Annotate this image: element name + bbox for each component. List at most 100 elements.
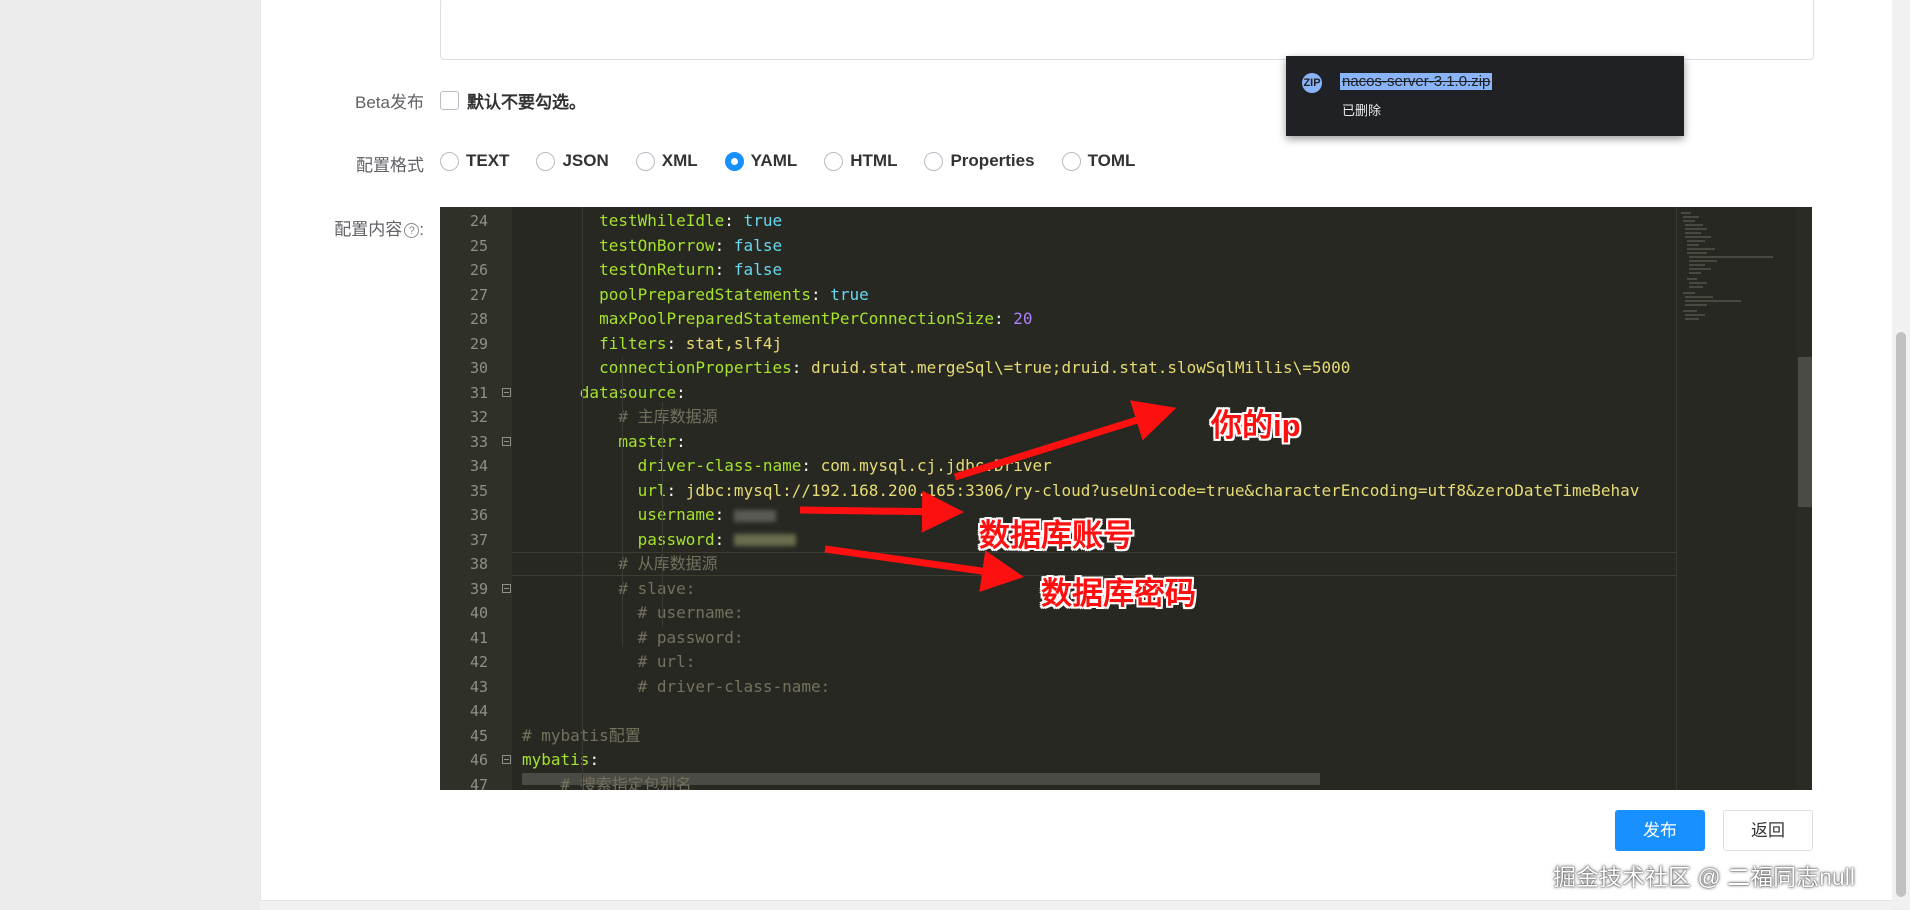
code-text: password: [522, 528, 796, 552]
format-option-toml[interactable]: TOML [1061, 151, 1136, 171]
radio-xml[interactable] [635, 151, 655, 171]
zip-file-icon: ZIP [1302, 73, 1322, 93]
fold-toggle-icon[interactable] [502, 755, 511, 764]
code-text: mybatis: [522, 750, 600, 769]
format-option-properties[interactable]: Properties [924, 151, 1035, 171]
code-line: 43 # driver-class-name: [440, 675, 1680, 699]
format-option-html[interactable]: HTML [824, 151, 897, 171]
radio-label: XML [661, 151, 698, 170]
radio-properties[interactable] [924, 151, 944, 171]
format-label: 配置格式 [356, 156, 424, 175]
code-text: connectionProperties: druid.stat.mergeSq… [599, 358, 1351, 377]
line-number: 42 [469, 653, 488, 671]
code-line: 31 datasource: [440, 381, 1680, 405]
code-text: driver-class-name: com.mysql.cj.jdbc.Dri… [637, 456, 1052, 475]
line-number: 33 [469, 432, 488, 451]
code-comment: # driver-class-name: [637, 676, 831, 696]
code-text: poolPreparedStatements: true [599, 284, 869, 304]
radio-json[interactable] [536, 151, 556, 171]
line-number: 38 [469, 555, 488, 573]
beta-row: 默认不要勾选。 [440, 88, 586, 113]
beta-hint: 默认不要勾选。 [467, 93, 586, 112]
editor-minimap[interactable] [1676, 207, 1797, 790]
yaml-key: filters [599, 333, 667, 353]
code-comment: # url: [637, 652, 696, 671]
code-text: testOnBorrow: false [599, 235, 783, 255]
download-filename[interactable]: nacos-server-3.1.0.zip [1340, 73, 1493, 90]
yaml-key: username [637, 505, 715, 524]
format-option-json[interactable]: JSON [536, 151, 609, 171]
line-number: 43 [469, 677, 488, 696]
code-text: # 搜索指定包别名 [522, 773, 692, 791]
yaml-key: master [618, 431, 677, 451]
code-text: maxPoolPreparedStatementPerConnectionSiz… [599, 309, 1033, 328]
code-text: filters: stat,slf4j [599, 333, 783, 353]
yaml-value: true [830, 284, 869, 304]
radio-yaml[interactable] [724, 151, 744, 171]
radio-html[interactable] [824, 151, 844, 171]
line-number: 31 [469, 383, 488, 402]
page-scroll-thumb[interactable] [1896, 332, 1906, 897]
line-number: 26 [469, 261, 488, 279]
code-line: 24 testWhileIdle: true [440, 209, 1680, 233]
fold-toggle-icon[interactable] [502, 387, 511, 397]
download-popup[interactable]: ZIP nacos-server-3.1.0.zip 已删除 [1286, 56, 1684, 136]
format-option-text[interactable]: TEXT [440, 151, 509, 171]
radio-toml[interactable] [1061, 151, 1081, 171]
format-radio-group: TEXT JSON XML YAML HTML Properties TOML [440, 151, 1162, 171]
yaml-value: com.mysql.cj.jdbc.Driver [820, 456, 1052, 475]
radio-text[interactable] [440, 151, 459, 171]
redacted-value [733, 509, 776, 522]
fold-toggle-icon[interactable] [502, 436, 511, 446]
back-button[interactable]: 返回 [1723, 810, 1813, 851]
yaml-value: false [733, 235, 783, 255]
radio-label: YAML [750, 151, 798, 170]
editor-vertical-scrollbar[interactable] [1796, 207, 1812, 790]
line-number: 34 [469, 457, 488, 475]
yaml-key: mybatis [522, 750, 590, 769]
code-editor[interactable]: 24 testWhileIdle: true 25 testOnBorrow: f… [440, 207, 1812, 790]
content-label: 配置内容?: [261, 215, 424, 240]
radio-label: JSON [562, 151, 609, 170]
description-textarea[interactable] [440, 0, 1814, 60]
code-text: # 主库数据源 [522, 405, 717, 429]
code-comment: # slave: [618, 578, 696, 598]
minimap-preview [1681, 212, 1773, 320]
code-line: 27 poolPreparedStatements: true [440, 283, 1680, 307]
code-text: # slave: [522, 577, 695, 601]
line-number: 44 [469, 702, 488, 720]
yaml-value: false [733, 260, 783, 279]
radio-label: Properties [950, 151, 1035, 170]
config-edit-page: Beta发布 默认不要勾选。 配置格式 TEXT JSON XML YAML HTML P… [260, 0, 1893, 909]
line-number: 46 [469, 751, 488, 769]
format-option-yaml[interactable]: YAML [724, 151, 798, 171]
yaml-key: datasource [579, 382, 677, 402]
code-line: 45 # mybatis配置 [440, 724, 1680, 748]
fold-toggle-icon[interactable] [502, 583, 511, 593]
yaml-key: connectionProperties [599, 358, 792, 377]
radio-label: TOML [1087, 151, 1136, 170]
code-line: 35 url: jdbc:mysql://192.168.200.165:330… [440, 479, 1680, 503]
code-comment: # 搜索指定包别名 [560, 774, 692, 791]
code-line: 34 driver-class-name: com.mysql.cj.jdbc.… [440, 454, 1680, 478]
line-number: 47 [469, 775, 488, 791]
format-option-xml[interactable]: XML [635, 151, 698, 171]
code-line: 28 maxPoolPreparedStatementPerConnection… [440, 307, 1680, 331]
annotation-username: 数据库账号 [979, 518, 1134, 553]
code-text: testWhileIdle: true [599, 211, 783, 230]
code-line: 32 # 主库数据源 [440, 405, 1680, 429]
yaml-value: druid.stat.mergeSql\=true;druid.stat.slo… [810, 358, 1351, 377]
beta-checkbox[interactable] [440, 91, 459, 110]
editor-scroll-thumb[interactable] [1798, 357, 1812, 507]
content-label-colon: : [419, 220, 424, 239]
code-line: 41 # password: [440, 626, 1680, 650]
code-comment: # 从库数据源 [618, 554, 718, 573]
indent-guide [662, 402, 663, 627]
yaml-key: poolPreparedStatements [599, 284, 811, 304]
help-icon[interactable]: ? [404, 223, 420, 239]
line-number: 28 [469, 310, 488, 328]
code-comment: # username: [637, 603, 744, 622]
code-text: # 从库数据源 [522, 552, 718, 576]
page-scrollbar[interactable] [1892, 0, 1910, 909]
publish-button[interactable]: 发布 [1615, 810, 1705, 851]
